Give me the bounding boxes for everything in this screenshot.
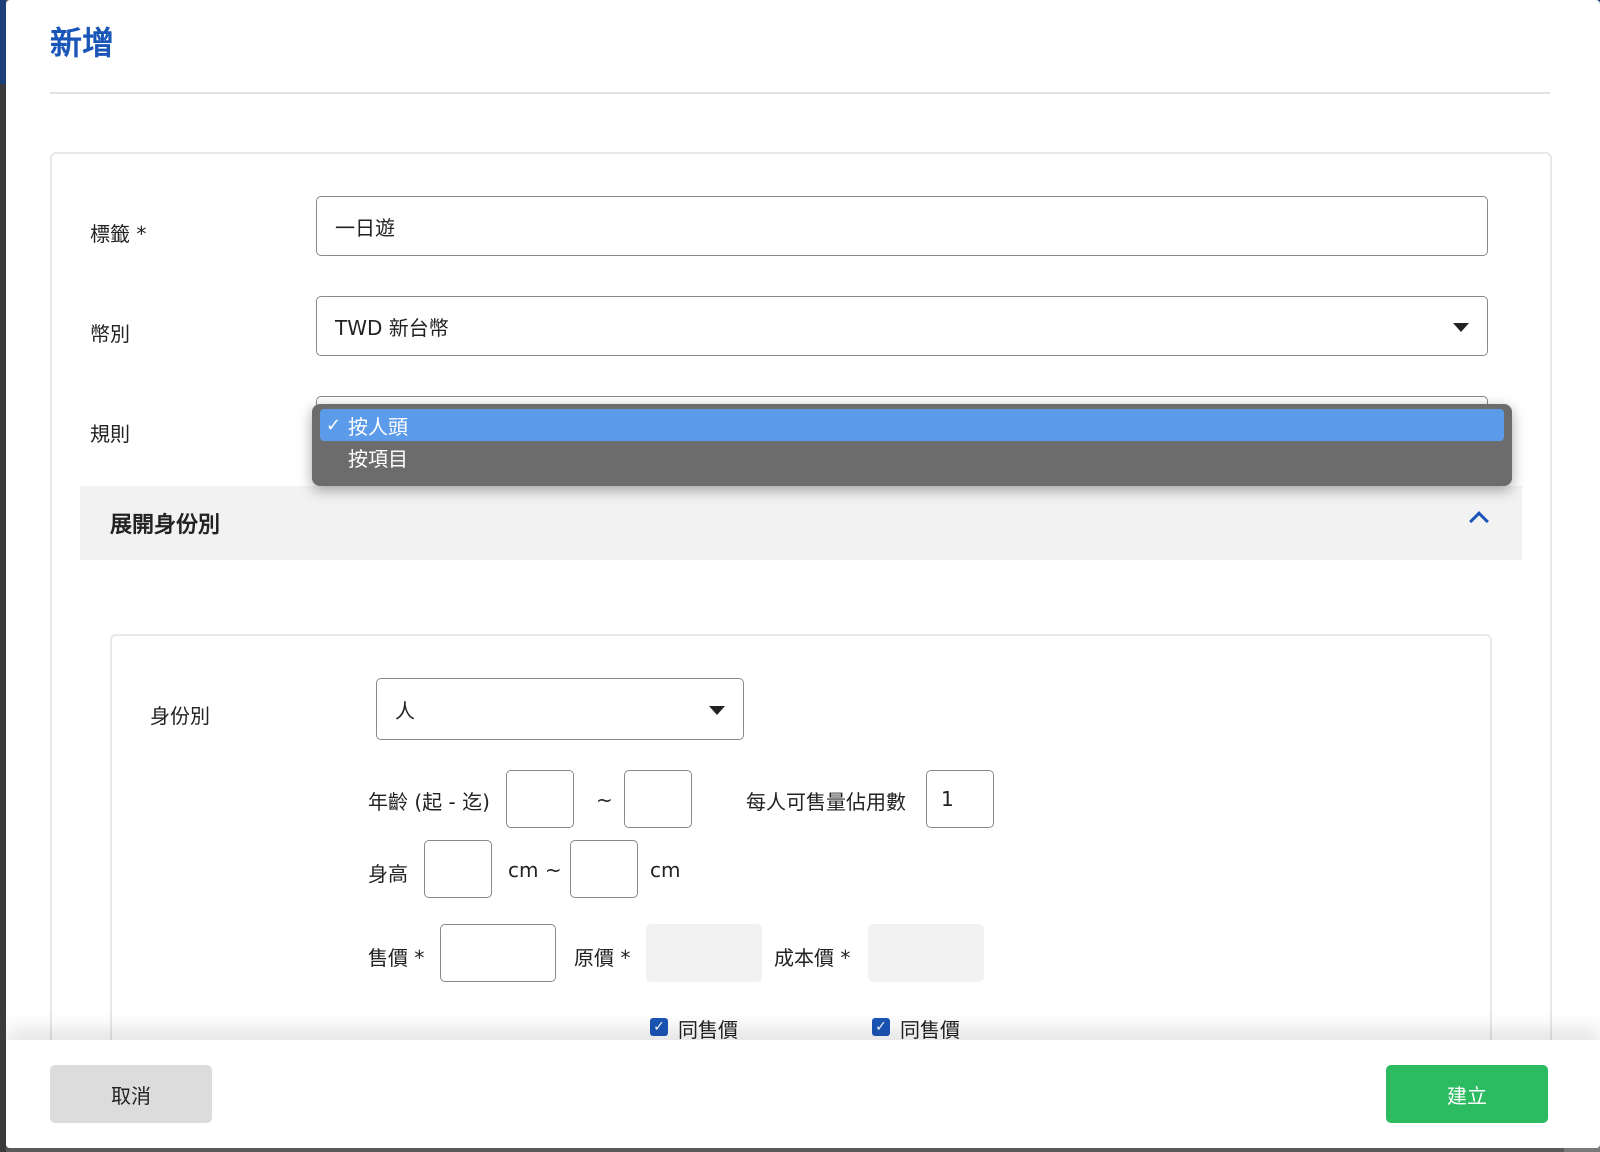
- original-price-input: [646, 924, 762, 982]
- same-as-sale-label-cost: 同售價: [900, 1018, 960, 1042]
- cost-price-label: 成本價 *: [774, 946, 851, 970]
- rule-option-label: 按人頭: [348, 414, 408, 439]
- cancel-button[interactable]: 取消: [50, 1065, 212, 1123]
- title-divider: [50, 92, 1550, 94]
- occupancy-value: 1: [941, 787, 954, 811]
- rule-option-per-item[interactable]: 按項目: [320, 441, 1504, 473]
- age-label: 年齡 (起 - 迄): [368, 790, 490, 814]
- same-as-sale-checkbox-cost[interactable]: ✓: [872, 1018, 890, 1036]
- sale-price-input[interactable]: [440, 924, 556, 982]
- identity-panel: [110, 634, 1492, 1094]
- tag-input[interactable]: 一日遊: [316, 196, 1488, 256]
- age-from-input[interactable]: [506, 770, 574, 828]
- check-icon: ✓: [875, 1019, 887, 1035]
- age-to-input[interactable]: [624, 770, 692, 828]
- create-modal: 新增 標籤 * 一日遊 幣別 TWD 新台幣 規則 展開身份別 身份別 人 年齡…: [6, 0, 1600, 1148]
- original-price-label: 原價 *: [574, 946, 631, 970]
- rule-label: 規則: [90, 422, 130, 446]
- chevron-down-icon: [1453, 323, 1469, 332]
- identity-select-value: 人: [395, 698, 415, 723]
- occupancy-label: 每人可售量佔用數: [746, 790, 906, 814]
- identity-section-title: 展開身份別: [110, 513, 221, 538]
- occupancy-input[interactable]: 1: [926, 770, 994, 828]
- create-button[interactable]: 建立: [1386, 1065, 1548, 1123]
- chevron-down-icon: [709, 706, 725, 715]
- same-as-sale-label-original: 同售價: [678, 1018, 738, 1042]
- check-icon: ✓: [326, 414, 342, 436]
- height-unit-separator: cm ~: [508, 858, 562, 882]
- cost-price-input: [868, 924, 984, 982]
- height-from-input[interactable]: [424, 840, 492, 898]
- currency-select-value: TWD 新台幣: [335, 315, 449, 340]
- rule-option-label: 按項目: [348, 446, 408, 471]
- sale-price-label: 售價 *: [368, 946, 425, 970]
- identity-label: 身份別: [150, 704, 210, 728]
- same-as-sale-checkbox-original[interactable]: ✓: [650, 1018, 668, 1036]
- modal-footer: 取消 建立: [6, 1040, 1600, 1148]
- age-separator: ~: [596, 788, 613, 812]
- rule-dropdown-menu: ✓ 按人頭 按項目: [312, 404, 1512, 486]
- modal-title: 新增: [50, 24, 115, 62]
- tag-input-value: 一日遊: [335, 215, 395, 240]
- identity-select[interactable]: 人: [376, 678, 744, 740]
- currency-select[interactable]: TWD 新台幣: [316, 296, 1488, 356]
- height-to-input[interactable]: [570, 840, 638, 898]
- height-label: 身高: [368, 862, 408, 886]
- check-icon: ✓: [653, 1019, 665, 1035]
- rule-option-per-person[interactable]: ✓ 按人頭: [320, 409, 1504, 441]
- height-unit: cm: [650, 858, 681, 882]
- currency-label: 幣別: [90, 322, 130, 346]
- chevron-up-icon[interactable]: [1469, 511, 1489, 531]
- identity-section-header[interactable]: 展開身份別: [80, 486, 1522, 560]
- tag-label: 標籤 *: [90, 222, 147, 246]
